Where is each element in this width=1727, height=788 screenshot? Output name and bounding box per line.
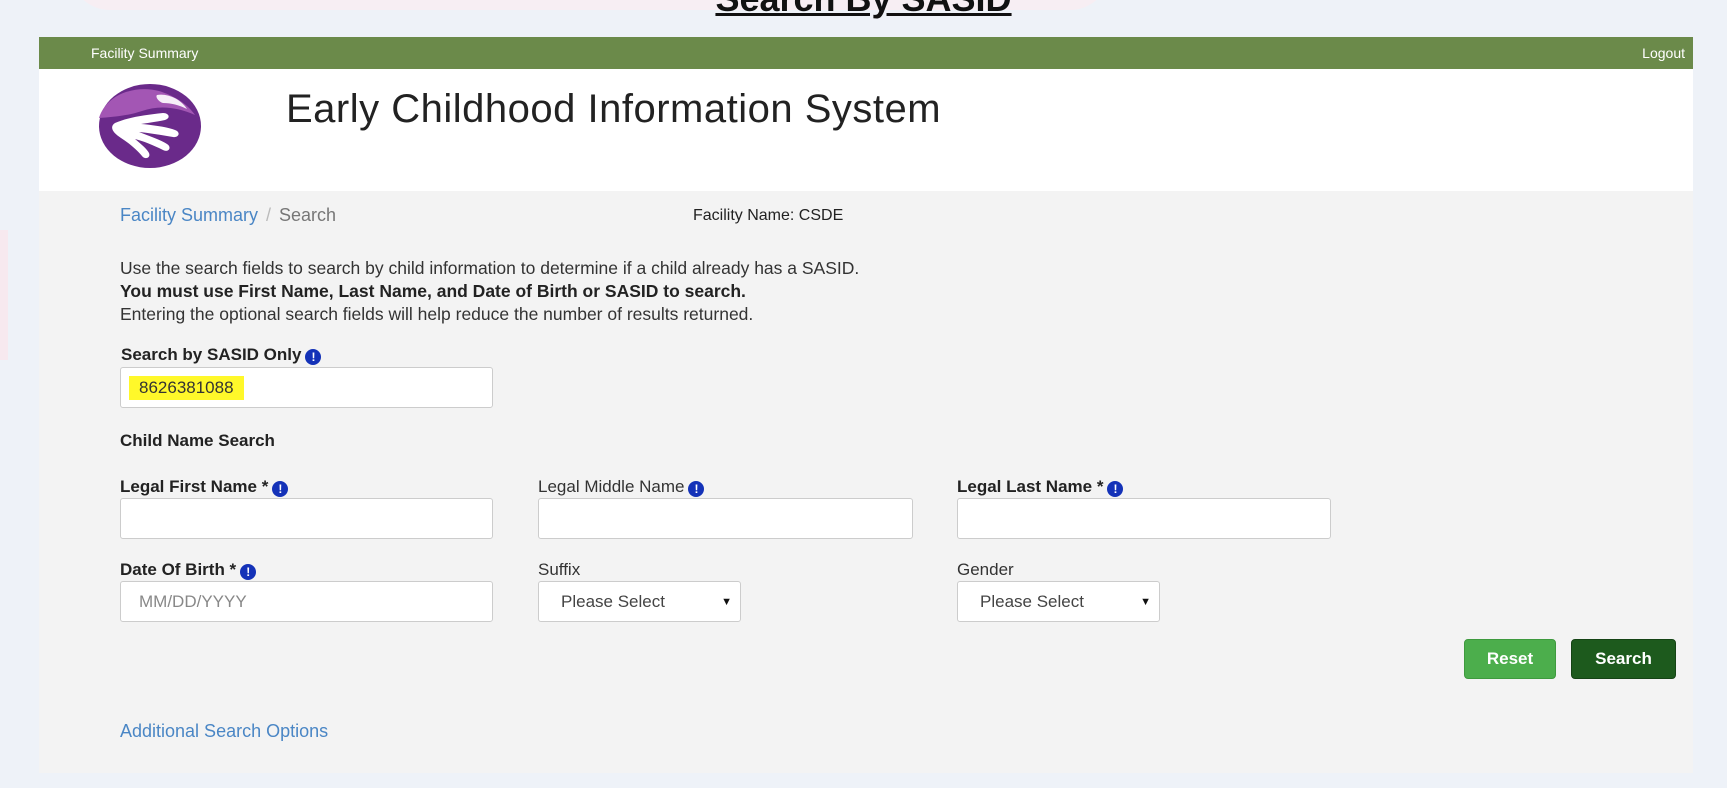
app-title: Early Childhood Information System — [286, 87, 942, 131]
app-header: Early Childhood Information System — [39, 69, 1693, 191]
breadcrumb-current: Search — [279, 205, 337, 225]
child-name-search-heading: Child Name Search — [120, 431, 275, 450]
additional-search-options-link[interactable]: Additional Search Options — [120, 721, 328, 742]
top-nav-bar: Facility Summary Logout — [39, 37, 1693, 69]
suffix-selected-value: Please Select — [561, 591, 665, 611]
gender-label: Gender — [957, 560, 1014, 579]
middle-name-input[interactable] — [538, 498, 913, 539]
caret-down-icon: ▼ — [721, 595, 732, 608]
instruction-line-3: Entering the optional search fields will… — [120, 304, 754, 324]
middle-name-label: Legal Middle Name! — [538, 477, 705, 497]
logout-link[interactable]: Logout — [1642, 45, 1685, 61]
gender-selected-value: Please Select — [980, 591, 1084, 611]
nav-facility-summary-link[interactable]: Facility Summary — [91, 45, 198, 61]
dob-label: Date Of Birth *! — [120, 560, 257, 580]
dob-input[interactable]: MM/DD/YYYY — [120, 581, 493, 622]
sasid-input[interactable]: 8626381088 — [120, 367, 493, 408]
last-name-label: Legal Last Name *! — [957, 477, 1124, 497]
suffix-select[interactable]: Please Select ▼ — [538, 581, 741, 622]
instruction-line-2: You must use First Name, Last Name, and … — [120, 281, 746, 301]
sasid-value: 8626381088 — [129, 375, 244, 400]
gender-select[interactable]: Please Select ▼ — [957, 581, 1160, 622]
first-name-label-text: Legal First Name * — [120, 477, 269, 496]
hands-logo-icon — [99, 84, 201, 168]
sasid-label-text: Search by SASID Only — [121, 345, 302, 364]
breadcrumb: Facility Summary / Search — [120, 205, 336, 226]
dob-placeholder: MM/DD/YYYY — [139, 591, 247, 611]
caret-down-icon: ▼ — [1140, 595, 1151, 608]
info-icon[interactable]: ! — [305, 349, 322, 365]
info-icon[interactable]: ! — [272, 481, 289, 497]
instruction-line-1: Use the search fields to search by child… — [120, 258, 860, 278]
app-window: Facility Summary Logout Early Childhood … — [39, 37, 1693, 773]
middle-name-label-text: Legal Middle Name — [538, 477, 685, 496]
suffix-label: Suffix — [538, 560, 581, 579]
last-name-label-text: Legal Last Name * — [957, 477, 1104, 496]
decorative-accent — [0, 230, 8, 360]
search-instructions: Use the search fields to search by child… — [120, 257, 859, 326]
search-page-content: Facility Summary / Search Facility Name: C… — [39, 191, 1693, 773]
breadcrumb-separator: / — [266, 205, 272, 225]
first-name-label: Legal First Name *! — [120, 477, 289, 497]
last-name-input[interactable] — [957, 498, 1331, 539]
info-icon[interactable]: ! — [688, 481, 705, 497]
info-icon[interactable]: ! — [240, 564, 257, 580]
first-name-input[interactable] — [120, 498, 493, 539]
breadcrumb-facility-summary-link[interactable]: Facility Summary — [120, 205, 258, 225]
slide-title: Search By SASID — [0, 0, 1727, 20]
sasid-label: Search by SASID Only! — [121, 345, 322, 365]
info-icon[interactable]: ! — [1107, 481, 1124, 497]
facility-name: Facility Name: CSDE — [693, 207, 844, 224]
reset-button[interactable]: Reset — [1464, 639, 1556, 679]
dob-label-text: Date Of Birth * — [120, 560, 237, 579]
search-button[interactable]: Search — [1571, 639, 1676, 679]
